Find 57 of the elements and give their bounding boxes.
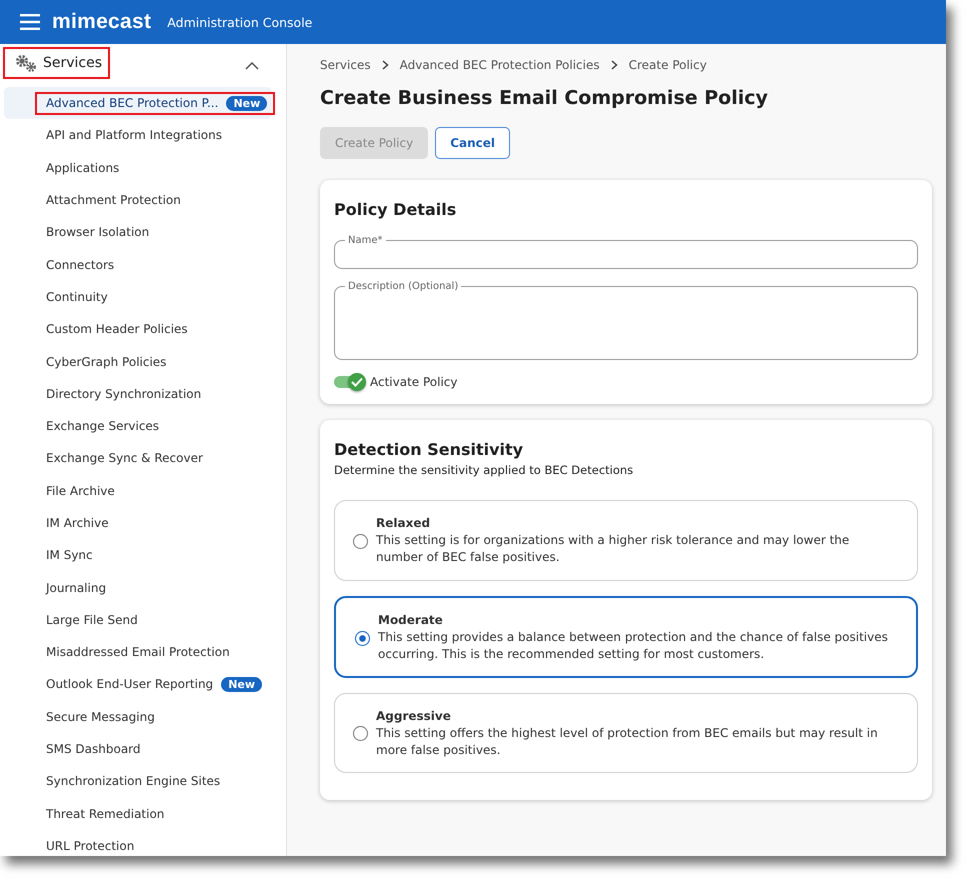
sidebar-item[interactable]: SMS Dashboard: [37, 740, 147, 758]
new-badge: New: [226, 96, 268, 111]
logo[interactable]: mimecast: [52, 10, 152, 34]
chevron-right-icon: [382, 60, 389, 70]
sidebar-item[interactable]: Threat Remediation: [37, 804, 170, 823]
radio-button[interactable]: [353, 726, 368, 742]
sidebar-item[interactable]: Continuity: [37, 288, 114, 306]
gears-icon: [15, 54, 37, 72]
sidebar-item[interactable]: Synchronization Engine Sites: [37, 772, 226, 790]
sidebar-item[interactable]: IM Sync: [37, 546, 99, 564]
card-title: Policy Details: [334, 200, 458, 219]
card-subtitle: Determine the sensitivity applied to BEC Detections: [334, 463, 634, 477]
check-icon: [351, 377, 363, 387]
sidebar-item[interactable]: Large File Send: [37, 610, 144, 629]
cancel-button[interactable]: Cancel: [435, 127, 510, 159]
sidebar-item[interactable]: API and Platform Integrations: [37, 126, 228, 144]
sidebar-item[interactable]: URL Protection: [37, 836, 140, 855]
services-header[interactable]: Services: [5, 49, 108, 77]
sensitivity-option[interactable]: Moderate This setting provides a balance between protection and the chance of false positives occurring. This is the recommended setting for most customers.: [334, 596, 918, 678]
sidebar-item[interactable]: Attachment Protection: [37, 191, 187, 210]
sidebar-item[interactable]: Browser Isolation: [37, 223, 156, 242]
chevron-right-icon: [610, 60, 618, 70]
sidebar-item[interactable]: Journaling: [37, 578, 112, 597]
app-title: Administration Console: [167, 14, 312, 30]
option-title: Relaxed: [376, 516, 432, 530]
option-description: This setting is for organizations with a higher risk tolerance and may lower the number of BEC false positives.: [376, 532, 850, 566]
sidebar-item[interactable]: Secure Messaging: [37, 708, 161, 726]
chevron-icon[interactable]: [245, 62, 259, 70]
sensitivity-option[interactable]: Aggressive This setting offers the highest level of protection from BEC emails but may result in more false positives.: [334, 692, 918, 774]
option-description: This setting offers the highest level of protection from BEC emails but may result in more false positives.: [376, 724, 879, 759]
menu-icon[interactable]: [20, 14, 40, 30]
option-title: Moderate: [378, 612, 444, 627]
card-title: Detection Sensitivity: [334, 440, 524, 459]
description-field[interactable]: Description (Optional): [334, 281, 918, 360]
breadcrumb-link[interactable]: Advanced BEC Protection Policies: [400, 58, 600, 72]
sidebar-item[interactable]: Applications: [37, 158, 126, 177]
sidebar-item[interactable]: Outlook End-User Reporting New: [37, 674, 268, 694]
sidebar-item[interactable]: Exchange Sync & Recover: [37, 449, 209, 468]
sidebar-item[interactable]: Custom Header Policies: [37, 320, 194, 338]
sidebar-item[interactable]: File Archive: [37, 482, 121, 500]
radio-button[interactable]: [353, 534, 368, 549]
sidebar-item[interactable]: Exchange Services: [37, 417, 166, 436]
toggle-label: Activate Policy: [370, 375, 458, 389]
option-description: This setting provides a balance between protection and the chance of false positives occurring. This is the recommended setting for most customers.: [378, 628, 889, 664]
sidebar-item[interactable]: Directory Synchronization: [37, 384, 208, 403]
breadcrumb-link[interactable]: Services: [320, 58, 371, 72]
sidebar-item[interactable]: Connectors: [37, 256, 120, 274]
name-field[interactable]: Name*: [334, 235, 918, 269]
sidebar-item[interactable]: CyberGraph Policies: [37, 352, 172, 371]
sensitivity-option[interactable]: Relaxed This setting is for organizations with a higher risk tolerance and may lower the number of BEC false positives.: [334, 500, 918, 581]
sidebar-item[interactable]: IM Archive: [37, 514, 115, 532]
page-title: Create Business Email Compromise Policy: [320, 87, 769, 109]
radio-button[interactable]: [355, 630, 370, 646]
activate-toggle[interactable]: [334, 372, 368, 392]
new-badge: New: [221, 676, 262, 692]
sidebar-item[interactable]: Misaddressed Email Protection: [37, 643, 236, 662]
option-title: Aggressive: [376, 708, 452, 723]
